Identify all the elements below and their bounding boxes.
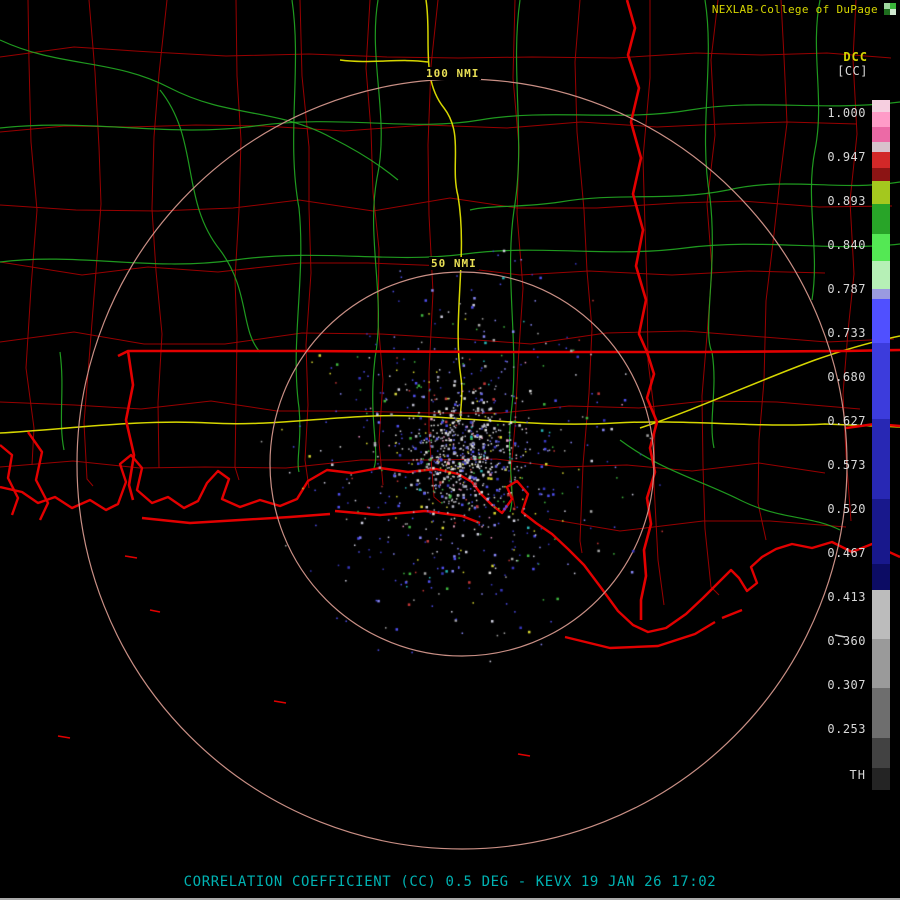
color-scale-segment <box>872 111 890 127</box>
credit-text: NEXLAB-College of DuPage <box>711 3 878 16</box>
color-scale-segment <box>872 142 890 152</box>
color-scale-segment <box>872 204 890 234</box>
color-scale-segment <box>872 260 890 289</box>
color-scale-segment <box>872 298 890 344</box>
ring-label-50nmi: 50 NMI <box>429 257 479 270</box>
scale-tick-label: 0.413 <box>827 590 866 604</box>
corner-logo-glyph <box>884 3 896 15</box>
scale-tick-label: 0.787 <box>827 282 866 296</box>
color-scale-segment <box>872 126 890 143</box>
color-scale-segment <box>872 738 890 769</box>
scale-tick-label: 1.000 <box>827 106 866 120</box>
color-scale-segment <box>872 768 890 790</box>
color-scale-segment <box>872 151 890 168</box>
color-scale-segment <box>872 498 890 564</box>
product-caption: CORRELATION COEFFICIENT (CC) 0.5 DEG - K… <box>183 874 717 890</box>
scale-tick-label: 0.840 <box>827 238 866 252</box>
threshold-label: TH <box>849 768 866 782</box>
color-scale-segment <box>872 688 890 739</box>
color-scale-segment <box>872 343 890 419</box>
product-code-label: DCC <box>843 50 868 64</box>
color-scale-segment <box>872 563 890 591</box>
color-scale-segment <box>872 288 890 299</box>
color-scale-bar <box>872 100 890 790</box>
scale-tick-label: 0.573 <box>827 458 866 472</box>
color-scale-segment <box>872 181 890 205</box>
scale-tick-label: 0.520 <box>827 502 866 516</box>
units-label: [CC] <box>837 64 868 78</box>
scale-tick-label: 0.947 <box>827 150 866 164</box>
color-scale-segment <box>872 167 890 182</box>
scale-tick-label: 0.733 <box>827 326 866 340</box>
ring-label-100nmi: 100 NMI <box>424 67 482 80</box>
scale-tick-label: 0.893 <box>827 194 866 208</box>
color-scale-segment <box>872 418 890 499</box>
scale-tick-label: 0.307 <box>827 678 866 692</box>
scale-tick-label: 0.680 <box>827 370 866 384</box>
color-scale-segment <box>872 638 890 689</box>
scale-tick-label: 0.467 <box>827 546 866 560</box>
color-scale-segment <box>872 100 890 112</box>
scale-tick-label: 0.627 <box>827 414 866 428</box>
radar-display: 100 NMI 50 NMI NEXLAB-College of DuPage … <box>0 0 900 900</box>
color-scale-segment <box>872 233 890 261</box>
radar-echoes-canvas <box>0 0 900 900</box>
color-scale-segment <box>872 590 890 639</box>
scale-tick-label: 0.360 <box>827 634 866 648</box>
scale-tick-label: 0.253 <box>827 722 866 736</box>
